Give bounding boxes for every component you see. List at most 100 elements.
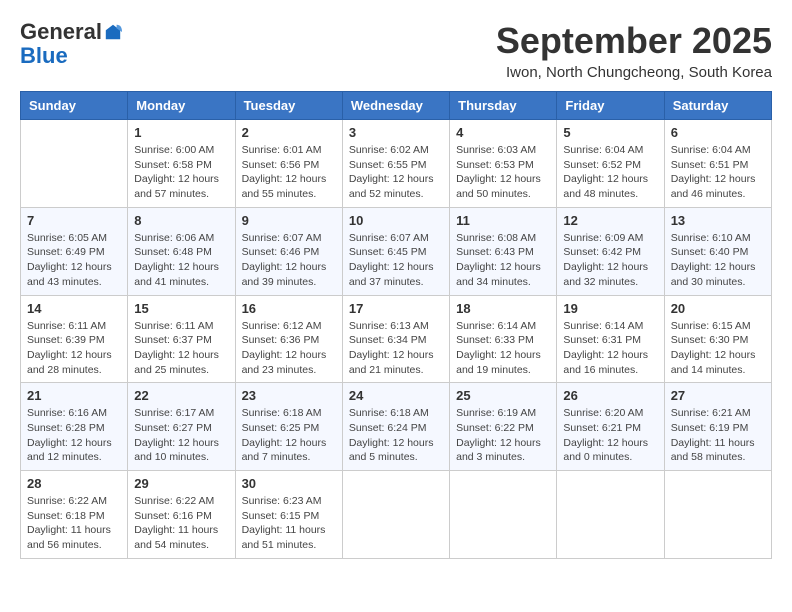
calendar-day-cell: 7 Sunrise: 6:05 AM Sunset: 6:49 PM Daylig… [21,207,128,295]
calendar-day-cell: 12 Sunrise: 6:09 AM Sunset: 6:42 PM Dayli… [557,207,664,295]
day-info: Sunrise: 6:17 AM Sunset: 6:27 PM Dayligh… [134,406,228,465]
calendar-day-cell: 26Sunrise: 6:20 AM Sunset: 6:21 PM Dayli… [557,383,664,471]
day-number: 22 [134,388,228,403]
day-number: 21 [27,388,121,403]
day-info: Sunrise: 6:18 AM Sunset: 6:25 PM Dayligh… [242,406,336,465]
day-number: 5 [563,125,657,140]
day-info: Sunrise: 6:07 AM Sunset: 6:46 PM Dayligh… [242,231,336,290]
calendar-day-cell: 17 Sunrise: 6:13 AM Sunset: 6:34 PM Dayli… [342,295,449,383]
calendar-day-cell: 14 Sunrise: 6:11 AM Sunset: 6:39 PM Dayli… [21,295,128,383]
logo: General Blue [20,20,122,68]
calendar-day-cell: 5 Sunrise: 6:04 AM Sunset: 6:52 PM Daylig… [557,120,664,208]
day-number: 24 [349,388,443,403]
calendar-day-cell: 28 Sunrise: 6:22 AM Sunset: 6:18 PM Dayli… [21,471,128,559]
calendar-day-cell [450,471,557,559]
calendar-week-row: 14 Sunrise: 6:11 AM Sunset: 6:39 PM Dayli… [21,295,772,383]
day-number: 26 [563,388,657,403]
day-number: 3 [349,125,443,140]
calendar-day-cell: 11 Sunrise: 6:08 AM Sunset: 6:43 PM Dayli… [450,207,557,295]
day-info: Sunrise: 6:22 AM Sunset: 6:18 PM Dayligh… [27,494,121,553]
calendar-day-cell: 27Sunrise: 6:21 AM Sunset: 6:19 PM Dayli… [664,383,771,471]
logo-icon [104,23,122,41]
day-number: 15 [134,301,228,316]
day-info: Sunrise: 6:03 AM Sunset: 6:53 PM Dayligh… [456,143,550,202]
calendar-day-cell [342,471,449,559]
day-info: Sunrise: 6:01 AM Sunset: 6:56 PM Dayligh… [242,143,336,202]
day-number: 8 [134,213,228,228]
day-number: 13 [671,213,765,228]
day-info: Sunrise: 6:00 AM Sunset: 6:58 PM Dayligh… [134,143,228,202]
day-info: Sunrise: 6:09 AM Sunset: 6:42 PM Dayligh… [563,231,657,290]
day-number: 1 [134,125,228,140]
calendar-day-cell [557,471,664,559]
day-number: 30 [242,476,336,491]
calendar-day-cell: 8Sunrise: 6:06 AM Sunset: 6:48 PM Daylig… [128,207,235,295]
day-info: Sunrise: 6:12 AM Sunset: 6:36 PM Dayligh… [242,319,336,378]
day-info: Sunrise: 6:23 AM Sunset: 6:15 PM Dayligh… [242,494,336,553]
calendar-day-cell: 1 Sunrise: 6:00 AM Sunset: 6:58 PM Daylig… [128,120,235,208]
calendar-day-cell: 23 Sunrise: 6:18 AM Sunset: 6:25 PM Dayli… [235,383,342,471]
calendar-day-cell: 9Sunrise: 6:07 AM Sunset: 6:46 PM Daylig… [235,207,342,295]
calendar-week-row: 1 Sunrise: 6:00 AM Sunset: 6:58 PM Daylig… [21,120,772,208]
weekday-header: Thursday [450,92,557,120]
calendar-week-row: 7 Sunrise: 6:05 AM Sunset: 6:49 PM Daylig… [21,207,772,295]
day-number: 29 [134,476,228,491]
day-number: 20 [671,301,765,316]
calendar-day-cell: 6Sunrise: 6:04 AM Sunset: 6:51 PM Daylig… [664,120,771,208]
location-title: Iwon, North Chungcheong, South Korea [496,64,772,81]
day-number: 14 [27,301,121,316]
weekday-header: Sunday [21,92,128,120]
day-number: 16 [242,301,336,316]
day-number: 28 [27,476,121,491]
weekday-header: Friday [557,92,664,120]
day-number: 25 [456,388,550,403]
day-number: 18 [456,301,550,316]
day-info: Sunrise: 6:15 AM Sunset: 6:30 PM Dayligh… [671,319,765,378]
day-info: Sunrise: 6:05 AM Sunset: 6:49 PM Dayligh… [27,231,121,290]
calendar-header-row: SundayMondayTuesdayWednesdayThursdayFrid… [21,92,772,120]
calendar-day-cell: 21Sunrise: 6:16 AM Sunset: 6:28 PM Dayli… [21,383,128,471]
day-number: 11 [456,213,550,228]
day-number: 17 [349,301,443,316]
weekday-header: Tuesday [235,92,342,120]
calendar-day-cell: 13 Sunrise: 6:10 AM Sunset: 6:40 PM Dayli… [664,207,771,295]
day-info: Sunrise: 6:10 AM Sunset: 6:40 PM Dayligh… [671,231,765,290]
day-number: 2 [242,125,336,140]
day-number: 23 [242,388,336,403]
calendar-day-cell: 25 Sunrise: 6:19 AM Sunset: 6:22 PM Dayli… [450,383,557,471]
calendar-day-cell: 22 Sunrise: 6:17 AM Sunset: 6:27 PM Dayli… [128,383,235,471]
day-info: Sunrise: 6:13 AM Sunset: 6:34 PM Dayligh… [349,319,443,378]
day-info: Sunrise: 6:02 AM Sunset: 6:55 PM Dayligh… [349,143,443,202]
day-number: 19 [563,301,657,316]
calendar-day-cell: 16 Sunrise: 6:12 AM Sunset: 6:36 PM Dayli… [235,295,342,383]
day-info: Sunrise: 6:14 AM Sunset: 6:33 PM Dayligh… [456,319,550,378]
calendar-day-cell: 24 Sunrise: 6:18 AM Sunset: 6:24 PM Dayli… [342,383,449,471]
day-info: Sunrise: 6:14 AM Sunset: 6:31 PM Dayligh… [563,319,657,378]
weekday-header: Monday [128,92,235,120]
calendar-day-cell: 29 Sunrise: 6:22 AM Sunset: 6:16 PM Dayli… [128,471,235,559]
day-number: 12 [563,213,657,228]
day-number: 7 [27,213,121,228]
day-info: Sunrise: 6:11 AM Sunset: 6:39 PM Dayligh… [27,319,121,378]
calendar-day-cell: 18 Sunrise: 6:14 AM Sunset: 6:33 PM Dayli… [450,295,557,383]
logo-blue-text: Blue [20,43,68,68]
day-number: 6 [671,125,765,140]
month-title: September 2025 [496,20,772,62]
title-block: September 2025 Iwon, North Chungcheong, … [496,20,772,81]
calendar-day-cell: 10Sunrise: 6:07 AM Sunset: 6:45 PM Dayli… [342,207,449,295]
day-info: Sunrise: 6:22 AM Sunset: 6:16 PM Dayligh… [134,494,228,553]
calendar-week-row: 21Sunrise: 6:16 AM Sunset: 6:28 PM Dayli… [21,383,772,471]
calendar-day-cell [664,471,771,559]
calendar-day-cell: 2 Sunrise: 6:01 AM Sunset: 6:56 PM Daylig… [235,120,342,208]
page-header: General Blue September 2025 Iwon, North … [20,20,772,81]
day-info: Sunrise: 6:07 AM Sunset: 6:45 PM Dayligh… [349,231,443,290]
weekday-header: Wednesday [342,92,449,120]
day-info: Sunrise: 6:19 AM Sunset: 6:22 PM Dayligh… [456,406,550,465]
day-number: 27 [671,388,765,403]
logo-general-text: General [20,20,102,44]
day-info: Sunrise: 6:18 AM Sunset: 6:24 PM Dayligh… [349,406,443,465]
calendar-table: SundayMondayTuesdayWednesdayThursdayFrid… [20,91,772,559]
calendar-day-cell: 3 Sunrise: 6:02 AM Sunset: 6:55 PM Daylig… [342,120,449,208]
day-info: Sunrise: 6:04 AM Sunset: 6:52 PM Dayligh… [563,143,657,202]
day-info: Sunrise: 6:08 AM Sunset: 6:43 PM Dayligh… [456,231,550,290]
